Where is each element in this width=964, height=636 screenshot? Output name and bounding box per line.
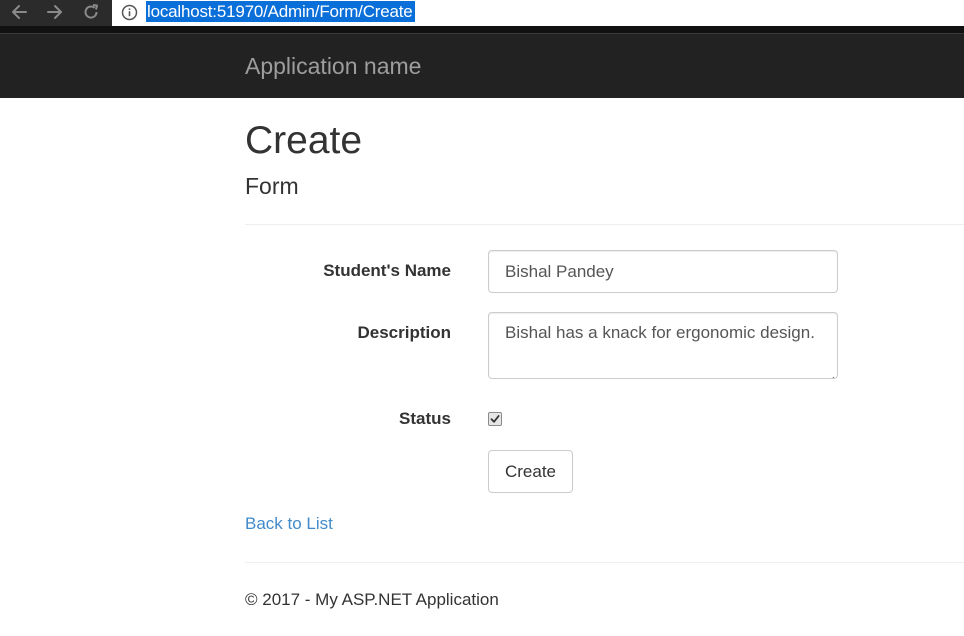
app-navbar: Application name (0, 33, 964, 98)
forward-arrow-icon[interactable] (40, 0, 70, 24)
back-arrow-icon[interactable] (4, 0, 34, 24)
page-subtitle: Form (245, 173, 299, 199)
checkmark-icon (490, 415, 500, 423)
name-label: Student's Name (323, 261, 451, 280)
create-button[interactable]: Create (488, 450, 573, 493)
description-label: Description (357, 323, 451, 342)
description-text: Bishal has a knack for ergonomic design. (505, 323, 815, 342)
status-label: Status (399, 409, 451, 428)
back-to-list-link[interactable]: Back to List (245, 513, 333, 535)
info-icon[interactable] (121, 4, 138, 21)
address-bar[interactable]: localhost:51970/Admin/Form/Create (112, 0, 964, 26)
brand-link[interactable]: Application name (245, 51, 421, 81)
url-text[interactable]: localhost:51970/Admin/Form/Create (146, 1, 415, 22)
footer-text: © 2017 - My ASP.NET Application (245, 590, 499, 609)
page-title: Create (245, 119, 363, 162)
resize-grip-icon[interactable] (826, 367, 835, 378)
browser-toolbar: localhost:51970/Admin/Form/Create (0, 0, 964, 33)
status-checkbox[interactable] (488, 412, 502, 426)
divider (245, 224, 964, 225)
toolbar-divider (0, 26, 964, 33)
footer-divider (245, 562, 964, 563)
student-name-input[interactable]: Bishal Pandey (488, 250, 838, 293)
description-textarea[interactable]: Bishal has a knack for ergonomic design. (488, 312, 838, 379)
reload-icon[interactable] (76, 0, 106, 24)
